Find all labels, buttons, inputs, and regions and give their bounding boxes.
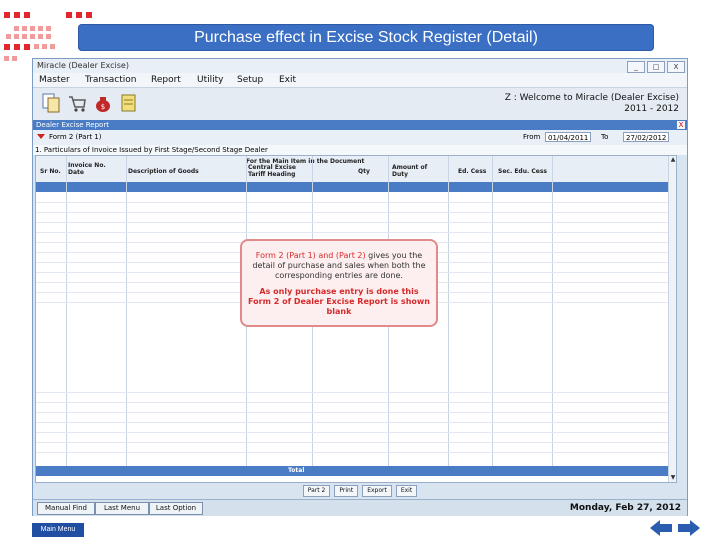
selected-row[interactable] [36,182,676,192]
action-buttons: Part 2 Print Export Exit [33,485,687,497]
menu-transaction[interactable]: Transaction [85,73,137,87]
col-tariff-heading: Central Excise Tariff Heading [248,164,296,178]
from-date-field[interactable]: 01/04/2011 [545,132,591,142]
notepad-icon[interactable] [119,92,139,114]
col-qty: Qty [358,168,370,175]
row-line [36,232,676,233]
menu-bar: Master Transaction Report Utility Setup … [33,73,687,87]
document-icon[interactable] [41,92,61,114]
status-datetime: Monday, Feb 27, 2012 [569,503,681,513]
total-label: Total [288,467,305,474]
slide-title: Purchase effect in Excise Stock Register… [78,24,654,51]
col-sec-edu-cess: Sec. Edu. Cess [498,168,547,175]
last-option-button[interactable]: Last Option [149,502,203,515]
report-panel-title: Dealer Excise Report [36,121,109,129]
welcome-message: Z : Welcome to Miracle (Dealer Excise) [504,93,679,103]
toolbar: $ Z : Welcome to Miracle (Dealer Excise)… [33,87,687,121]
back-arrow-icon[interactable] [648,518,674,538]
collapse-caret-icon[interactable] [37,134,45,139]
menu-utility[interactable]: Utility [197,73,223,87]
callout-forms: Form 2 (Part 1) and (Part 2) [255,251,366,260]
to-date-field[interactable]: 27/02/2012 [623,132,669,142]
menu-exit[interactable]: Exit [279,73,296,87]
info-callout: Form 2 (Part 1) and (Part 2) gives you t… [240,239,438,327]
cart-icon[interactable] [67,92,87,114]
callout-note: As only purchase entry is done this Form… [248,287,430,316]
exit-button[interactable]: Exit [395,485,418,497]
row-line [36,222,676,223]
money-bag-icon[interactable]: $ [93,92,113,114]
col-ed-cess: Ed. Cess [458,168,487,175]
grid-header: For the Main Item in the Document Sr No.… [36,156,676,183]
row-line [36,212,676,213]
col-divider [448,156,449,472]
col-sr-no: Sr No. [40,168,61,175]
scroll-down-icon[interactable]: ▼ [669,474,676,482]
col-divider [492,156,493,472]
from-label: From [523,133,541,141]
form-bar: Form 2 (Part 1) From 01/04/2011 To 27/02… [33,130,687,145]
export-button[interactable]: Export [362,485,392,497]
row-line [36,402,676,403]
scroll-up-icon[interactable]: ▲ [669,156,676,164]
welcome-text: Z : Welcome to Miracle (Dealer Excise) 2… [505,93,679,115]
menu-master[interactable]: Master [39,73,70,87]
window-controls: _ □ X [627,61,685,73]
col-divider [66,156,67,472]
col-divider [552,156,553,472]
form-name: Form 2 (Part 1) [49,133,102,141]
section-heading: 1. Particulars of Invoice Issued by Firs… [33,145,687,155]
col-amount-of-duty: Amount of Duty [392,164,428,178]
row-line [36,442,676,443]
col-divider [126,156,127,472]
close-window-button[interactable]: X [667,61,685,73]
panel-close-button[interactable]: X [677,121,685,129]
main-menu-button[interactable]: Main Menu [32,523,84,537]
col-invoice-no-date: Invoice No. Date [68,162,106,176]
row-line [36,452,676,453]
row-line [36,392,676,393]
status-bar: Manual Find Last Menu Last Option Monday… [33,499,687,516]
window-title: Miracle (Dealer Excise) [37,61,129,70]
row-line [36,422,676,423]
maximize-button[interactable]: □ [647,61,665,73]
report-panel-bar: Dealer Excise Report X [33,120,687,130]
row-line [36,202,676,203]
forward-arrow-icon[interactable] [676,518,702,538]
menu-report[interactable]: Report [151,73,181,87]
minimize-button[interactable]: _ [627,61,645,73]
part-2-button[interactable]: Part 2 [302,485,331,497]
to-label: To [601,133,609,141]
financial-year: 2011 - 2012 [624,104,679,114]
total-row: Total [36,466,676,476]
manual-find-button[interactable]: Manual Find [37,502,95,515]
print-button[interactable]: Print [334,485,359,497]
row-line [36,412,676,413]
vertical-scrollbar[interactable]: ▲ ▼ [668,156,676,482]
window-titlebar: Miracle (Dealer Excise) _ □ X [33,59,687,73]
row-line [36,432,676,433]
menu-setup[interactable]: Setup [237,73,263,87]
col-description: Description of Goods [128,168,199,175]
svg-text:$: $ [101,103,105,111]
last-menu-button[interactable]: Last Menu [95,502,149,515]
